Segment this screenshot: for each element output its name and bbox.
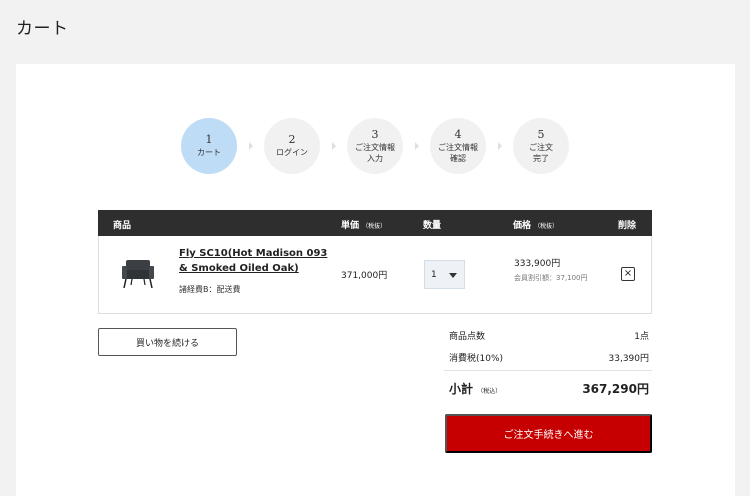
product-thumbnail[interactable] xyxy=(120,254,156,292)
step-order-input: 3 ご注文情報 入力 xyxy=(347,118,403,174)
summary-count-label: 商品点数 xyxy=(449,332,486,342)
table-row: Fly SC10(Hot Madison 093 & Smoked Oiled … xyxy=(98,236,652,314)
step-label: カート xyxy=(197,148,221,157)
summary-count-value: 1点 xyxy=(634,332,649,342)
step-number: 5 xyxy=(537,127,545,141)
cart-panel: 1 カート 2 ログイン 3 ご注文情報 入力 4 ご注文情報 確認 5 ご注文… xyxy=(16,64,735,496)
step-number: 2 xyxy=(288,133,296,146)
chevron-right-icon xyxy=(415,142,419,150)
step-number: 3 xyxy=(371,127,379,141)
step-cart: 1 カート xyxy=(181,118,237,174)
step-order-complete: 5 ご注文 完了 xyxy=(513,118,569,174)
chevron-right-icon xyxy=(332,142,336,150)
cart-table-header: 商品 単価 （税抜） 数量 価格 （税抜） 削除 xyxy=(98,210,652,236)
product-name-link[interactable]: Fly SC10(Hot Madison 093 & Smoked Oiled … xyxy=(179,246,329,276)
caret-down-icon xyxy=(449,273,457,278)
step-login: 2 ログイン xyxy=(264,118,320,174)
step-label: ご注文情報 確認 xyxy=(438,142,478,163)
quantity-value: 1 xyxy=(431,270,437,280)
checkout-steps: 1 カート 2 ログイン 3 ご注文情報 入力 4 ご注文情報 確認 5 ご注文… xyxy=(181,118,581,176)
step-number: 4 xyxy=(454,127,462,141)
delete-icon[interactable]: × xyxy=(621,267,635,281)
item-price: 333,900円 xyxy=(514,259,561,269)
chevron-right-icon xyxy=(498,142,502,150)
step-number: 1 xyxy=(205,133,213,146)
subtotal-value: 367,290円 xyxy=(582,382,649,396)
chevron-right-icon xyxy=(249,142,253,150)
step-label: ご注文情報 入力 xyxy=(355,142,395,163)
unit-price: 371,000円 xyxy=(341,271,388,281)
summary-divider xyxy=(444,370,652,371)
header-price: 価格 （税抜） xyxy=(513,221,559,231)
product-note: 諸経費B：配送費 xyxy=(179,285,241,294)
subtotal-label: 小計 （税込） xyxy=(449,382,502,396)
continue-shopping-button[interactable]: 買い物を続ける xyxy=(98,328,237,356)
quantity-select[interactable]: 1 xyxy=(424,260,465,289)
header-product: 商品 xyxy=(113,221,132,231)
step-label: ログイン xyxy=(276,148,308,157)
checkout-button[interactable]: ご注文手続きへ進む xyxy=(445,414,652,453)
header-quantity: 数量 xyxy=(423,221,442,231)
header-unit-price: 単価 （税抜） xyxy=(341,221,387,231)
summary-tax-value: 33,390円 xyxy=(608,354,650,364)
page-title: カート xyxy=(16,19,69,39)
summary-tax-label: 消費税(10%) xyxy=(449,354,504,364)
step-label: ご注文 完了 xyxy=(529,142,553,163)
member-discount: 会員割引額：37,100円 xyxy=(514,274,588,282)
header-delete: 削除 xyxy=(618,221,637,231)
step-order-confirm: 4 ご注文情報 確認 xyxy=(430,118,486,174)
